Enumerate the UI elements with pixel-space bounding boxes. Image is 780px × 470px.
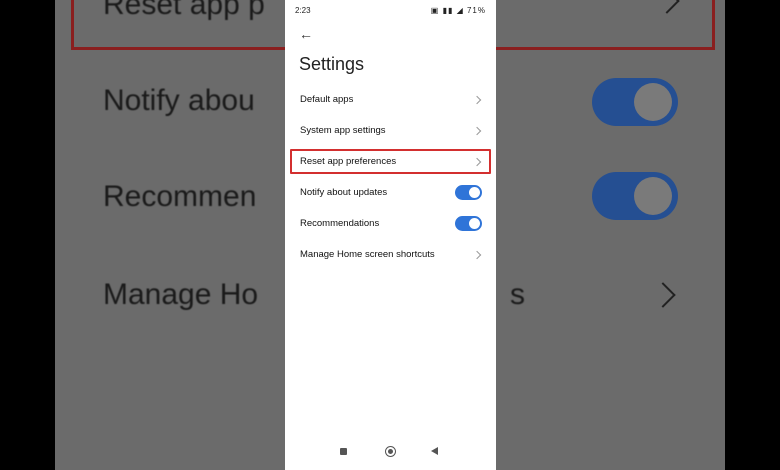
chevron-right-icon [472,250,482,259]
settings-item-default-apps[interactable]: Default apps [285,84,496,115]
settings-item-label: Default apps [300,94,354,105]
back-arrow-icon[interactable]: ← [299,26,313,42]
settings-item-system-app-settings[interactable]: System app settings [285,115,496,146]
background-text-manage: Manage Ho [103,278,259,311]
settings-item-label: Notify about updates [300,187,388,198]
notify-updates-toggle[interactable] [455,185,482,200]
status-time: 2:23 [295,6,311,15]
background-highlight-box-right [496,0,715,50]
background-zoom-right: s [496,0,725,470]
navigation-bar [285,444,496,462]
settings-item-label: Reset app preferences [300,156,397,167]
status-bar: 2:23 ▣ ▮▮ ◢ 71% [285,0,496,20]
settings-item-label: System app settings [300,125,386,136]
settings-item-label: Recommendations [300,218,380,229]
recents-icon[interactable] [340,448,347,455]
background-zoom-left: Reset app p Notify abou Recommen Manage … [55,0,285,470]
chevron-right-icon [472,126,482,135]
settings-item-reset-app-preferences[interactable]: Reset app preferences [285,146,496,177]
settings-item-notify-about-updates[interactable]: Notify about updates [285,177,496,208]
background-text-notify: Notify abou [103,84,255,117]
background-text-manage-right: s [510,278,525,311]
page-title: Settings [299,54,365,74]
chevron-right-icon [472,95,482,104]
background-text-reset: Reset app p [103,0,265,21]
settings-list: Default apps System app settings Reset a… [285,84,496,270]
toggle-knob [469,218,480,229]
back-triangle-icon[interactable] [431,447,438,455]
status-icons: ▣ ▮▮ ◢ 71% [430,6,486,15]
phone-screen: 2:23 ▣ ▮▮ ◢ 71% ← Settings Default apps … [285,0,496,470]
background-chevron-icon-manage [650,282,676,308]
settings-item-manage-home-screen-shortcuts[interactable]: Manage Home screen shortcuts [285,239,496,270]
chevron-right-icon [472,157,482,166]
home-icon[interactable] [385,446,396,457]
settings-item-recommendations[interactable]: Recommendations [285,208,496,239]
background-text-recommendations: Recommen [103,180,257,213]
toggle-knob [469,187,480,198]
settings-item-label: Manage Home screen shortcuts [300,249,435,260]
background-toggle-recommendations [592,172,678,220]
recommendations-toggle[interactable] [455,216,482,231]
background-toggle-notify [592,78,678,126]
